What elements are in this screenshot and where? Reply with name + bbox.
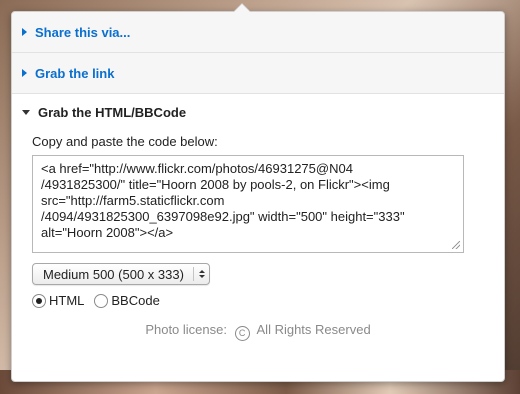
html-radio[interactable] bbox=[32, 293, 46, 308]
share-popup: Share this via... Grab the link Grab the… bbox=[11, 3, 505, 382]
code-line: <a href="http://www.flickr.com/photos/46… bbox=[41, 161, 353, 176]
popup-pointer bbox=[233, 3, 251, 12]
bbcode-radio[interactable] bbox=[94, 293, 109, 308]
code-line: alt="Hoorn 2008"></a> bbox=[41, 225, 174, 240]
grab-html-label: Grab the HTML/BBCode bbox=[38, 104, 187, 120]
copy-instructions: Copy and paste the code below: bbox=[32, 134, 218, 149]
copyright-icon: C bbox=[234, 325, 250, 341]
code-line: /4094/4931825300_6397098e92.jpg" width="… bbox=[41, 209, 405, 224]
share-via-label: Share this via... bbox=[35, 24, 131, 40]
code-line: src="http://farm5.staticflickr.com bbox=[41, 193, 225, 208]
triangle-down-icon bbox=[22, 109, 30, 115]
grab-html-header[interactable]: Grab the HTML/BBCode bbox=[12, 94, 504, 130]
grab-link-section[interactable]: Grab the link bbox=[12, 53, 504, 94]
grab-link-label: Grab the link bbox=[35, 65, 115, 81]
bbcode-radio-label[interactable]: BBCode bbox=[111, 293, 159, 308]
resize-grip-icon[interactable] bbox=[452, 241, 460, 249]
format-radio-group: HTML BBCode bbox=[32, 293, 484, 308]
triangle-right-icon bbox=[22, 69, 27, 77]
license-text[interactable]: All Rights Reserved bbox=[257, 322, 371, 337]
grab-html-body: Copy and paste the code below: <a href="… bbox=[12, 134, 504, 341]
size-select-value: Medium 500 (500 x 333) bbox=[43, 266, 184, 282]
html-radio-label[interactable]: HTML bbox=[49, 293, 84, 308]
grab-html-section: Grab the HTML/BBCode Copy and paste the … bbox=[12, 94, 504, 341]
select-divider bbox=[192, 267, 194, 281]
photo-license: Photo license: C All Rights Reserved bbox=[32, 322, 484, 341]
stepper-icon bbox=[198, 270, 205, 278]
code-line: /4931825300/" title="Hoorn 2008 by pools… bbox=[41, 177, 390, 192]
share-via-section[interactable]: Share this via... bbox=[12, 12, 504, 53]
size-select[interactable]: Medium 500 (500 x 333) bbox=[32, 263, 210, 285]
embed-code-textarea[interactable]: <a href="http://www.flickr.com/photos/46… bbox=[32, 155, 464, 253]
license-prefix: Photo license: bbox=[145, 322, 227, 337]
triangle-right-icon bbox=[22, 28, 27, 36]
